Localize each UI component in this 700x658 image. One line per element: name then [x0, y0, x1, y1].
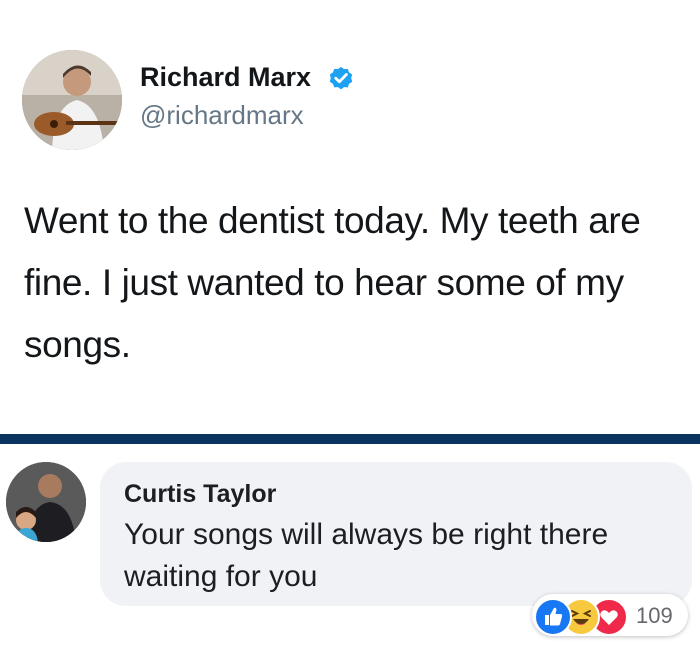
author-handle[interactable]: @richardmarx: [140, 100, 304, 131]
reactions-summary[interactable]: 109: [532, 594, 688, 636]
reaction-count: 109: [636, 603, 673, 628]
commenter-avatar[interactable]: [6, 462, 86, 542]
tweet-card: Richard Marx @richardmarx Went to the de…: [0, 0, 700, 434]
comment-text: Your songs will always be right there wa…: [124, 518, 609, 593]
avatar-photo-icon: [22, 50, 122, 150]
like-icon: [534, 598, 572, 636]
author-name[interactable]: Richard Marx: [140, 62, 311, 93]
avatar[interactable]: [22, 50, 122, 150]
divider: [0, 434, 700, 444]
comment-bubble: Curtis Taylor Your songs will always be …: [100, 462, 692, 606]
commenter-name[interactable]: Curtis Taylor: [124, 480, 276, 509]
commenter-photo-icon: [6, 462, 86, 542]
verified-badge-icon: [329, 66, 353, 90]
tweet-text: Went to the dentist today. My teeth are …: [24, 200, 641, 365]
